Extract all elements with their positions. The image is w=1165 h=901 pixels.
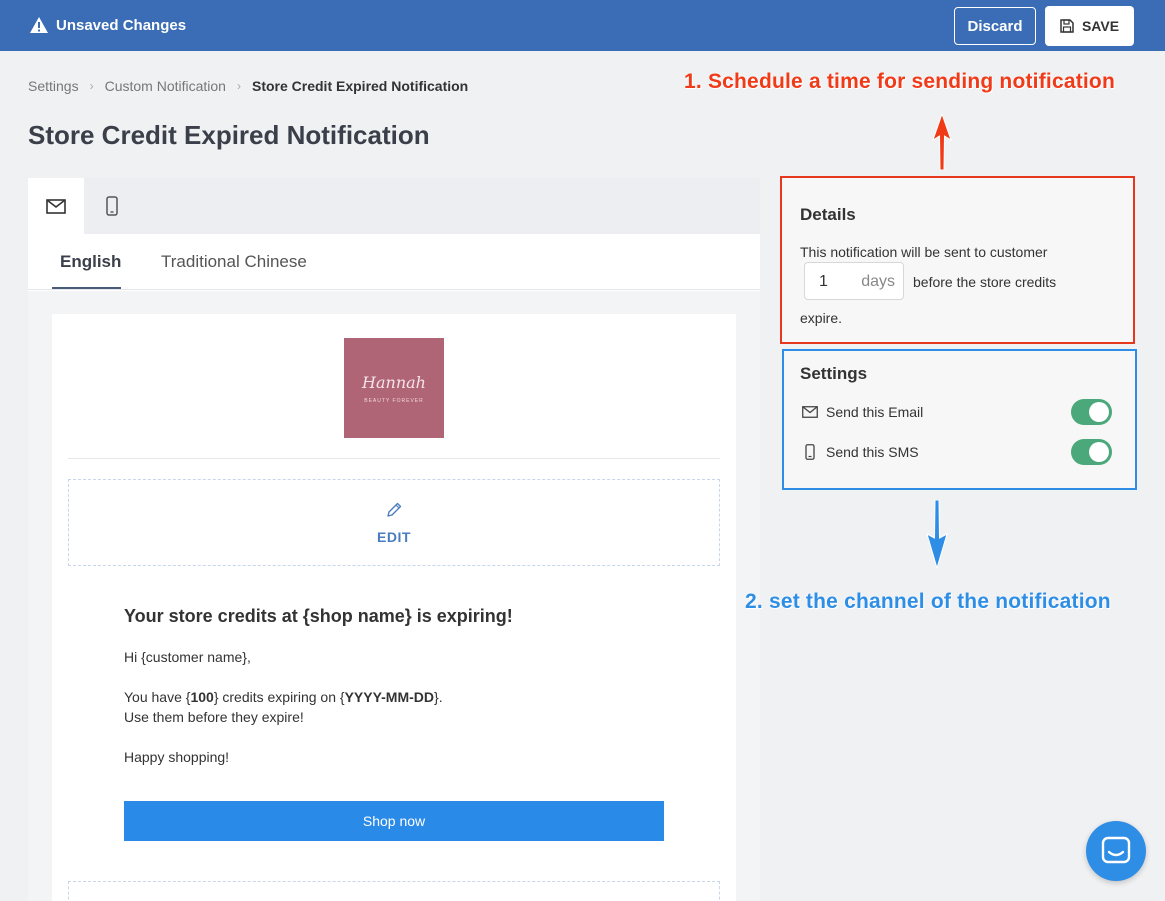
active-tab-indicator: [52, 287, 121, 289]
credits-amount: 100: [190, 689, 214, 705]
credits-line-prefix: You have {: [124, 689, 191, 705]
save-icon: [1060, 19, 1074, 33]
warning-icon: [30, 17, 48, 33]
mail-icon: [46, 198, 66, 214]
page-title: Store Credit Expired Notification: [28, 120, 430, 150]
details-text-before: This notification will be sent to custom…: [800, 244, 1048, 260]
breadcrumb-current: Store Credit Expired Notification: [251, 78, 469, 94]
send-email-label: Send this Email: [826, 404, 924, 420]
expiry-date: YYYY-MM-DD: [344, 689, 435, 705]
tab-english[interactable]: English: [60, 252, 121, 272]
email-heading: Your store credits at {shop name} is exp…: [124, 606, 513, 626]
divider: [68, 458, 720, 459]
breadcrumb: Settings › Custom Notification › Store C…: [28, 78, 468, 94]
send-email-toggle[interactable]: [1071, 399, 1112, 425]
breadcrumb-custom-notification[interactable]: Custom Notification: [105, 78, 226, 94]
setting-send-email: Send this Email: [802, 399, 1112, 425]
days-unit: days: [861, 273, 895, 290]
settings-panel: Settings Send this Email Send this SMS: [782, 349, 1137, 490]
details-text-after: before the store credits: [913, 274, 1057, 290]
tab-email[interactable]: [28, 178, 84, 234]
credits-line-mid: } credits expiring on {: [213, 689, 345, 705]
language-tabs: English Traditional Chinese: [28, 234, 760, 290]
tab-sms[interactable]: [84, 178, 140, 234]
edit-label: EDIT: [377, 528, 411, 545]
email-reminder-line: Use them before they expire!: [124, 709, 304, 725]
shop-now-button[interactable]: Shop now: [124, 801, 664, 841]
discard-button[interactable]: Discard: [954, 7, 1036, 45]
next-content-block[interactable]: [68, 881, 720, 901]
notification-editor: English Traditional Chinese Hannah BEAUT…: [28, 178, 760, 901]
tab-traditional-chinese[interactable]: Traditional Chinese: [161, 252, 307, 272]
unsaved-changes-label: Unsaved Changes: [56, 17, 187, 34]
save-label: SAVE: [1081, 18, 1120, 34]
annotation-step1: 1. Schedule a time for sending notificat…: [684, 70, 1115, 93]
details-panel: Details This notification will be sent t…: [780, 176, 1135, 344]
top-bar: Unsaved Changes Discard SAVE: [0, 0, 1165, 51]
breadcrumb-settings[interactable]: Settings: [28, 78, 79, 94]
days-input[interactable]: 1 days: [804, 262, 904, 300]
setting-send-sms: Send this SMS: [802, 439, 1112, 465]
email-signoff: Happy shopping!: [124, 749, 230, 765]
mail-icon: [802, 406, 818, 418]
chevron-right-icon: ›: [236, 79, 241, 93]
logo-name: Hannah: [362, 372, 426, 392]
email-credits-line: You have {100} credits expiring on {YYYY…: [124, 689, 443, 705]
email-greeting: Hi {customer name},: [124, 649, 251, 665]
mobile-icon: [106, 196, 118, 216]
toggle-knob: [1089, 442, 1109, 462]
send-sms-label: Send this SMS: [826, 444, 919, 460]
details-text-end: expire.: [800, 310, 843, 326]
chat-button[interactable]: [1086, 821, 1146, 881]
annotation-step2: 2. set the channel of the notification: [745, 590, 1111, 613]
save-button[interactable]: SAVE: [1045, 6, 1134, 46]
arrow-up-icon: [932, 114, 952, 170]
credits-line-suffix: }.: [434, 689, 443, 705]
arrow-down-icon: [926, 500, 948, 568]
chevron-right-icon: ›: [89, 79, 94, 93]
email-preview: Hannah BEAUTY FOREVER EDIT Your store cr…: [52, 314, 736, 901]
pencil-icon: [387, 502, 402, 517]
edit-content-block[interactable]: EDIT: [68, 479, 720, 566]
settings-title: Settings: [800, 364, 868, 383]
send-sms-toggle[interactable]: [1071, 439, 1112, 465]
channel-tabs: [28, 178, 760, 234]
chat-icon: [1101, 836, 1131, 864]
toggle-knob: [1089, 402, 1109, 422]
logo-tagline: BEAUTY FOREVER: [364, 397, 424, 404]
details-title: Details: [800, 205, 856, 224]
shop-logo: Hannah BEAUTY FOREVER: [344, 338, 444, 438]
mobile-icon: [805, 444, 815, 460]
email-preview-area: Hannah BEAUTY FOREVER EDIT Your store cr…: [28, 291, 760, 901]
days-value: 1: [819, 273, 828, 290]
